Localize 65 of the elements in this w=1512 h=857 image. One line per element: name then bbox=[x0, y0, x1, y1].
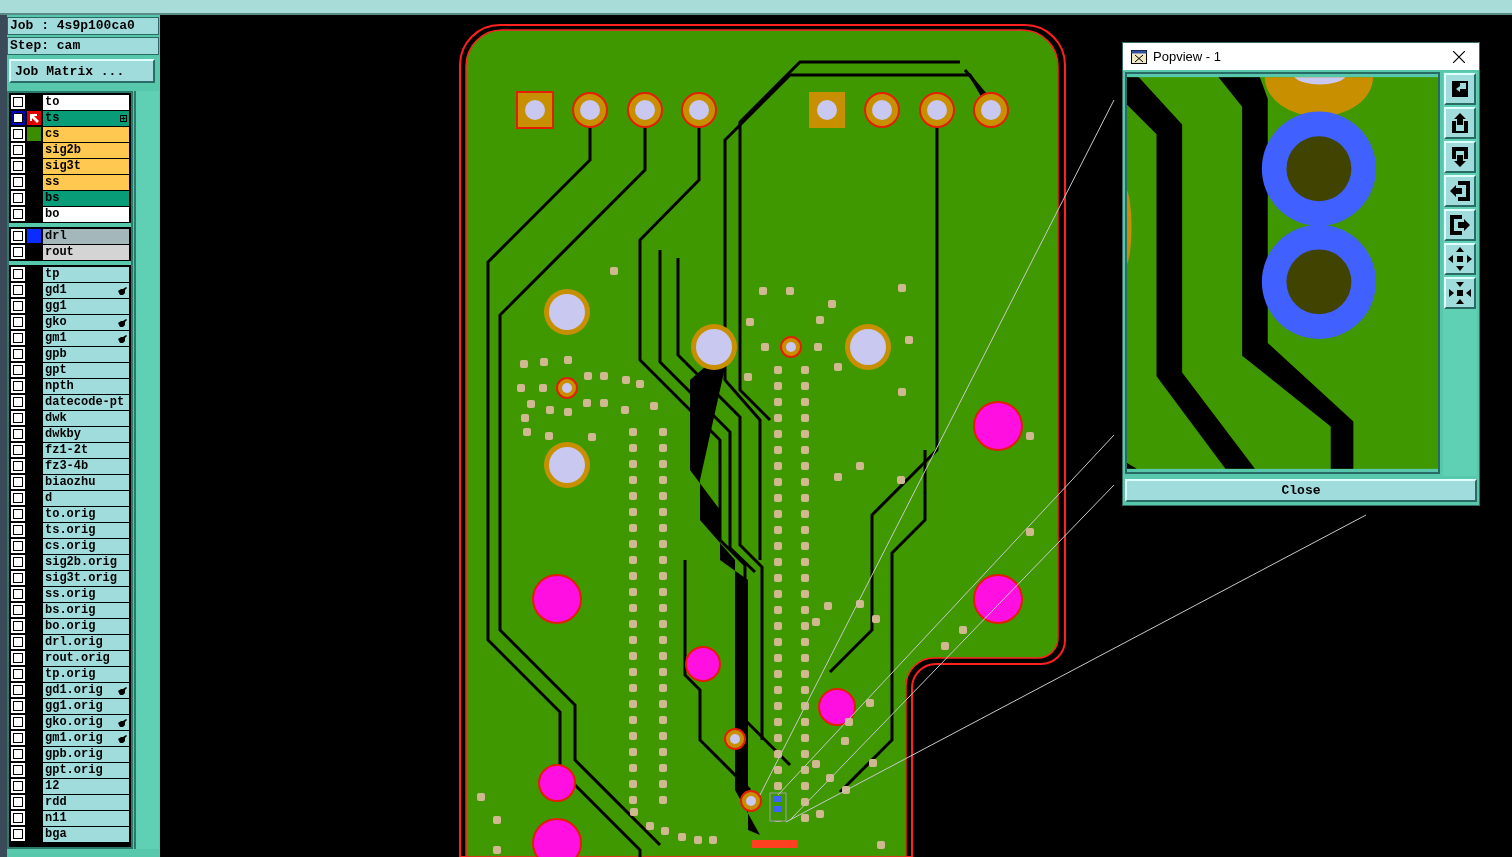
layer-checkbox[interactable] bbox=[11, 111, 25, 125]
layer-name[interactable]: sig2b.orig bbox=[43, 555, 129, 570]
layer-name[interactable]: sig3t bbox=[43, 159, 129, 174]
layer-name[interactable]: fz1-2t bbox=[43, 443, 129, 458]
layer-name[interactable]: gg1.orig bbox=[43, 699, 129, 714]
layer-name[interactable]: gm1 bbox=[43, 331, 129, 346]
layer-name[interactable]: gg1 bbox=[43, 299, 129, 314]
pan-up-button[interactable] bbox=[1444, 107, 1476, 140]
layer-name[interactable]: d bbox=[43, 491, 129, 506]
layer-name[interactable]: ss bbox=[43, 175, 129, 190]
layer-name[interactable]: ts.orig bbox=[43, 523, 129, 538]
layer-name[interactable]: bs.orig bbox=[43, 603, 129, 618]
zoom-in-button[interactable] bbox=[1444, 243, 1476, 276]
layer-name[interactable]: sig2b bbox=[43, 143, 129, 158]
layer-name[interactable]: datecode-pt bbox=[43, 395, 129, 410]
layer-name[interactable]: bga bbox=[43, 827, 129, 842]
pan-left-icon bbox=[1448, 179, 1472, 204]
app-icon bbox=[1131, 49, 1147, 64]
step-label: Step: cam bbox=[7, 37, 159, 55]
layer-name[interactable]: gd1 bbox=[43, 283, 129, 298]
layer-name[interactable]: tp.orig bbox=[43, 667, 129, 682]
layer-name[interactable]: cs bbox=[43, 127, 129, 142]
layer-name[interactable]: dwkby bbox=[43, 427, 129, 442]
layer-name[interactable]: bo bbox=[43, 207, 129, 222]
zoom-in-icon bbox=[1448, 247, 1472, 272]
pan-down-button[interactable] bbox=[1444, 141, 1476, 174]
layer-name[interactable]: drl bbox=[43, 229, 129, 244]
pan-right-icon bbox=[1448, 213, 1472, 238]
layer-name[interactable]: gko.orig bbox=[43, 715, 129, 730]
layer-name[interactable]: rout.orig bbox=[43, 651, 129, 666]
pan-right-button[interactable] bbox=[1444, 209, 1476, 242]
window-title: Popview - 1 bbox=[1153, 49, 1222, 65]
layer-name[interactable]: sig3t.orig bbox=[43, 571, 129, 586]
layer-name[interactable]: gm1.orig bbox=[43, 731, 129, 746]
pan-left-button[interactable] bbox=[1444, 175, 1476, 208]
layer-name[interactable]: dwk bbox=[43, 411, 129, 426]
expand-box-icon bbox=[120, 115, 127, 122]
layer-name[interactable]: gpt.orig bbox=[43, 763, 129, 778]
layer-name[interactable]: tp bbox=[43, 267, 129, 282]
layer-name[interactable]: gpt bbox=[43, 363, 129, 378]
close-button[interactable]: Close bbox=[1125, 479, 1477, 502]
layer-name[interactable]: rout bbox=[43, 245, 129, 260]
layer-name[interactable]: 12 bbox=[43, 779, 129, 794]
layer-name[interactable]: rdd bbox=[43, 795, 129, 810]
layer-name[interactable]: ts bbox=[43, 111, 129, 126]
layer-name[interactable]: n11 bbox=[43, 811, 129, 826]
layer-name[interactable]: to bbox=[43, 95, 129, 110]
zoom-out-icon bbox=[1448, 281, 1472, 306]
layer-name[interactable]: biaozhu bbox=[43, 475, 129, 490]
zoom-home-button[interactable] bbox=[1444, 73, 1476, 106]
layer-name[interactable]: npth bbox=[43, 379, 129, 394]
layer-name[interactable]: drl.orig bbox=[43, 635, 129, 650]
job-matrix-button[interactable]: Job Matrix ... bbox=[9, 59, 155, 83]
layer-name[interactable]: gko bbox=[43, 315, 129, 330]
layer-name[interactable]: bo.orig bbox=[43, 619, 129, 634]
job-label: Job : 4s9p100ca0 bbox=[7, 17, 159, 35]
zoom-out-button[interactable] bbox=[1444, 277, 1476, 310]
layer-name[interactable]: fz3-4b bbox=[43, 459, 129, 474]
layer-name[interactable]: bs bbox=[43, 191, 129, 206]
layer-name[interactable]: to.orig bbox=[43, 507, 129, 522]
layer-name[interactable]: gpb.orig bbox=[43, 747, 129, 762]
layer-name[interactable]: cs.orig bbox=[43, 539, 129, 554]
layer-name[interactable]: gpb bbox=[43, 347, 129, 362]
layer-name[interactable]: gd1.orig bbox=[43, 683, 129, 698]
layer-name[interactable]: ss.orig bbox=[43, 587, 129, 602]
